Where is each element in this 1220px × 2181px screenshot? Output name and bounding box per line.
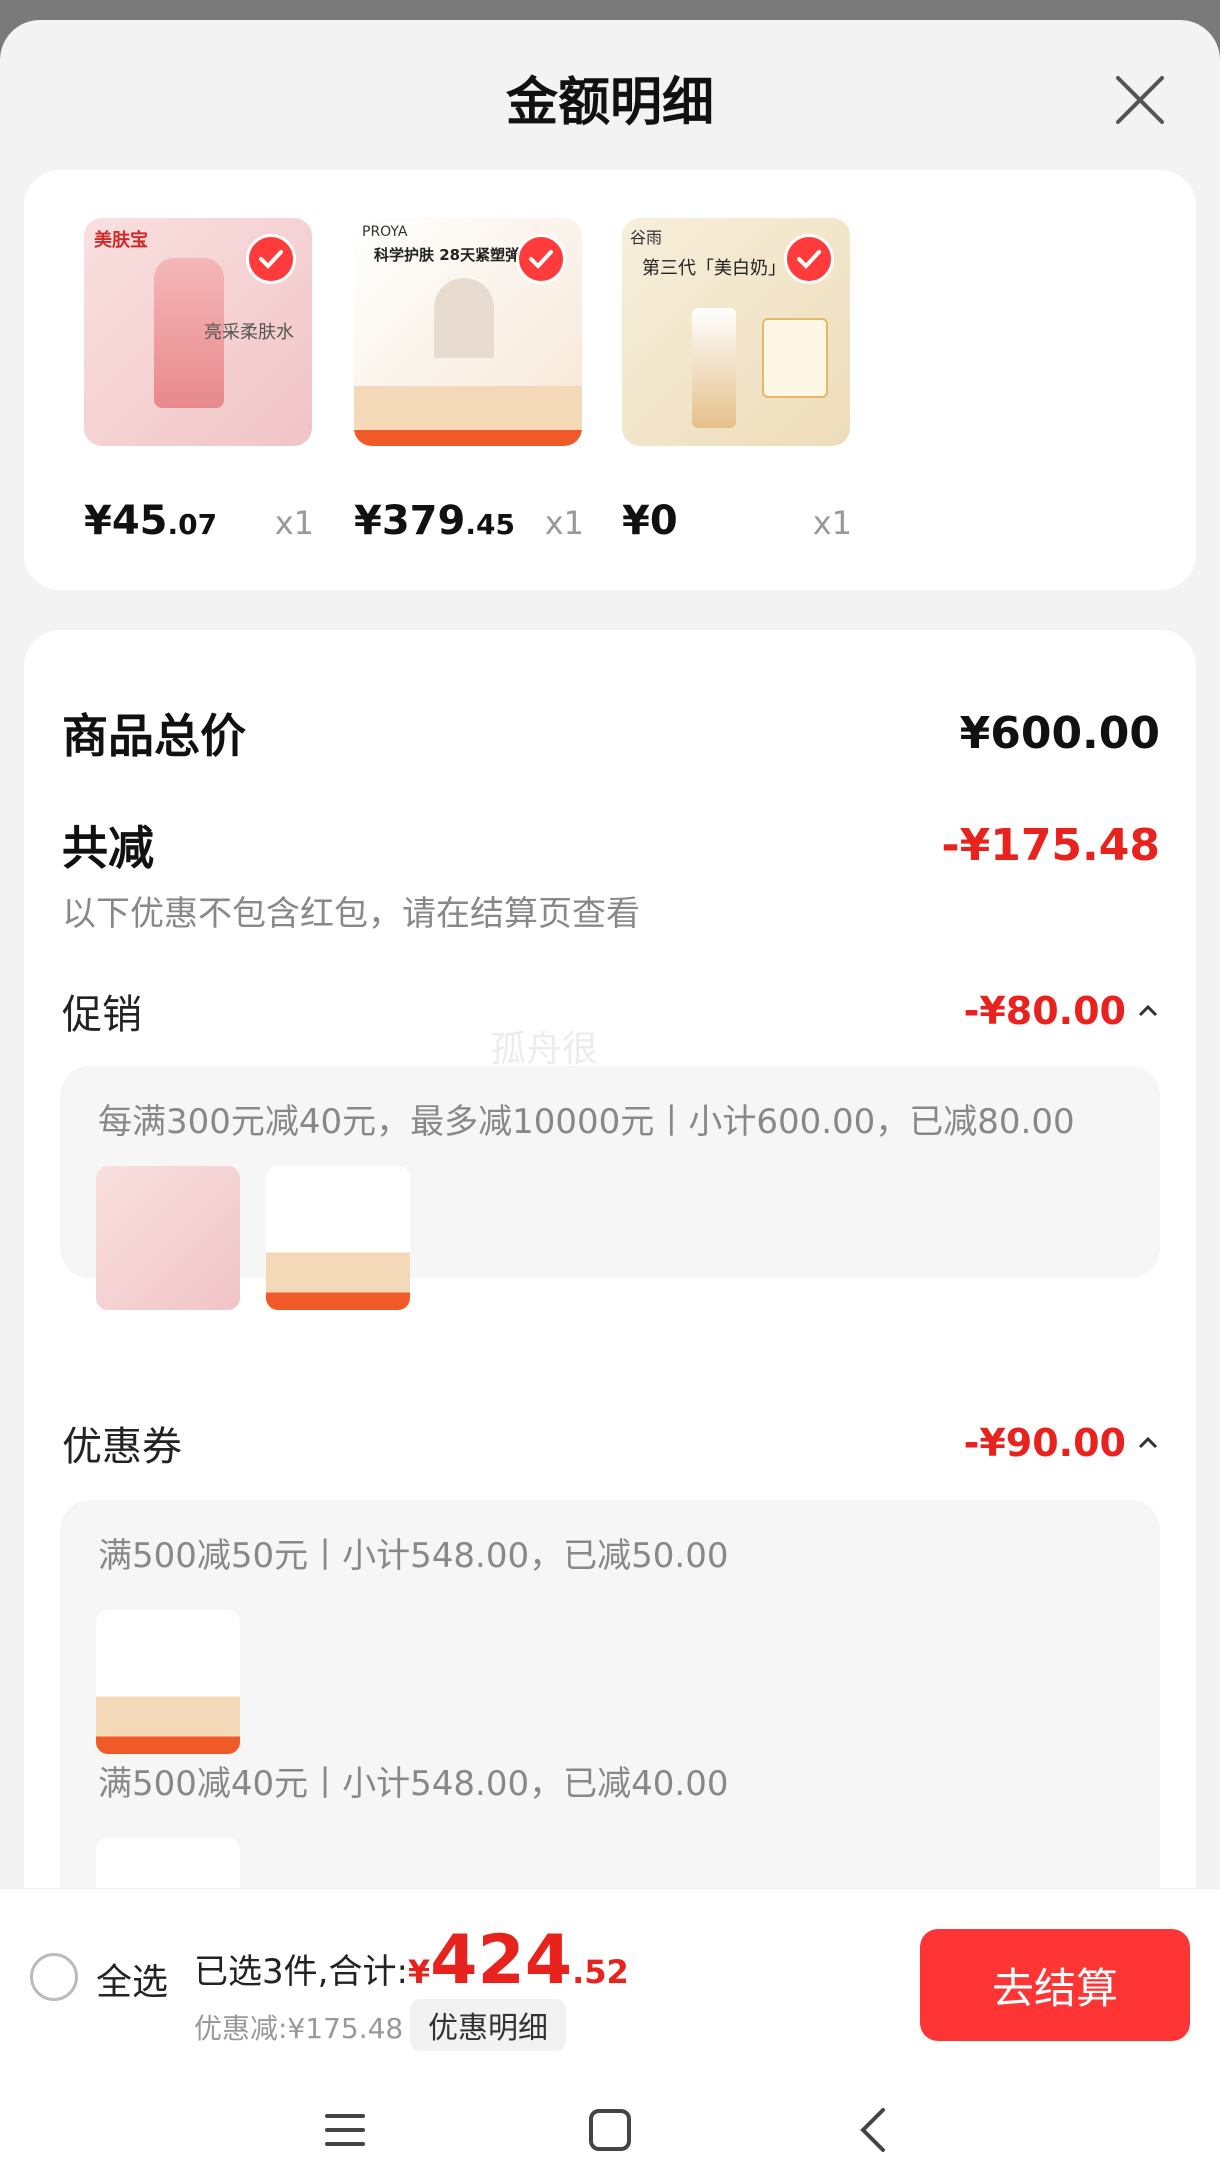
breakdown-card: 商品总价 ¥600.00 共减 -¥175.48 以下优惠不包含红包，请在结算页… bbox=[24, 630, 1196, 2030]
product-qty: x1 bbox=[812, 504, 852, 542]
product-tagline: 亮采柔肤水 bbox=[204, 322, 294, 343]
promo-rule: 每满300元减40元，最多减10000元丨小计600.00，已减80.00 bbox=[98, 1102, 1075, 1142]
product-card: 美肤宝 亮采柔肤水 PROYA 科学护肤 28天紧塑弹 谷雨 第三代「美白奶」 … bbox=[24, 170, 1196, 590]
product-price-row: ¥379.45 x1 bbox=[354, 498, 584, 544]
promo-value-group: -¥80.00 bbox=[964, 989, 1160, 1033]
promo-product-thumb-1[interactable] bbox=[96, 1166, 240, 1310]
checked-icon[interactable] bbox=[516, 234, 566, 284]
product-brand: 美肤宝 bbox=[94, 230, 148, 251]
product-brand: 谷雨 bbox=[630, 228, 663, 247]
coupon-rule-2: 满500减40元丨小计548.00，已减40.00 bbox=[98, 1764, 729, 1804]
product-price: ¥0 bbox=[622, 498, 678, 544]
checkout-bar: 全选 已选3件,合计: ¥ 424 .52 优惠减:¥175.48 优惠明细 去… bbox=[0, 1888, 1220, 2060]
sheet-title: 金额明细 bbox=[505, 73, 714, 133]
product-qty: x1 bbox=[544, 504, 584, 542]
product-price: ¥45.07 bbox=[84, 498, 218, 544]
close-icon[interactable] bbox=[1110, 70, 1170, 130]
product-image: 谷雨 第三代「美白奶」 bbox=[622, 218, 850, 446]
chevron-up-icon[interactable] bbox=[1136, 1431, 1160, 1455]
coupon-rule-1: 满500减50元丨小计548.00，已减50.00 bbox=[98, 1536, 729, 1576]
total-row: 商品总价 ¥600.00 bbox=[62, 700, 1160, 766]
product-image: PROYA 科学护肤 28天紧塑弹 bbox=[354, 218, 582, 446]
discount-note: 以下优惠不包含红包，请在结算页查看 bbox=[62, 894, 640, 934]
select-all-radio[interactable] bbox=[30, 1953, 78, 2001]
coupon-row[interactable]: 优惠券 -¥90.00 bbox=[62, 1414, 1160, 1472]
menu-icon[interactable] bbox=[315, 2100, 375, 2160]
discount-summary: 优惠减:¥175.48 bbox=[194, 2012, 404, 2045]
total-integer: 424 bbox=[430, 1921, 573, 2000]
product-qty: x1 bbox=[274, 504, 314, 542]
promo-value: -¥80.00 bbox=[963, 989, 1126, 1033]
product-item-3[interactable]: 谷雨 第三代「美白奶」 bbox=[622, 218, 850, 446]
promo-box: 每满300元减40元，最多减10000元丨小计600.00，已减80.00 bbox=[60, 1066, 1160, 1310]
home-icon[interactable] bbox=[580, 2100, 640, 2160]
total-decimal: .52 bbox=[572, 1953, 629, 1991]
coupon-product-thumb-1[interactable] bbox=[96, 1610, 240, 1754]
system-nav-bar bbox=[0, 2060, 1220, 2181]
discount-label: 共减 bbox=[62, 821, 154, 875]
discount-detail-button[interactable]: 优惠明细 bbox=[410, 1999, 566, 2051]
product-image: 美肤宝 亮采柔肤水 bbox=[84, 218, 312, 446]
back-icon[interactable] bbox=[845, 2100, 905, 2160]
coupon-value: -¥90.00 bbox=[963, 1421, 1126, 1465]
checked-icon[interactable] bbox=[784, 234, 834, 284]
total-value: ¥600.00 bbox=[959, 707, 1160, 759]
discount-row: 共减 -¥175.48 bbox=[62, 812, 1160, 878]
product-tagline: 第三代「美白奶」 bbox=[642, 258, 786, 279]
product-tagline: 科学护肤 28天紧塑弹 bbox=[374, 246, 521, 264]
product-item-2[interactable]: PROYA 科学护肤 28天紧塑弹 bbox=[354, 218, 582, 446]
selected-text: 已选3件,合计: bbox=[194, 1952, 408, 1992]
product-price-row: ¥0 x1 bbox=[622, 498, 852, 544]
product-item-1[interactable]: 美肤宝 亮采柔肤水 bbox=[84, 218, 312, 446]
checked-icon[interactable] bbox=[246, 234, 296, 284]
watermark: 孤舟很 bbox=[490, 1029, 599, 1070]
product-brand: PROYA bbox=[362, 224, 408, 240]
checkout-button[interactable]: 去结算 bbox=[920, 1929, 1190, 2041]
select-all-label[interactable]: 全选 bbox=[96, 1953, 168, 2005]
coupon-value-group: -¥90.00 bbox=[964, 1421, 1160, 1465]
discount-value: -¥175.48 bbox=[941, 819, 1160, 871]
promo-product-thumb-2[interactable] bbox=[266, 1166, 410, 1310]
promo-row[interactable]: 促销 -¥80.00 bbox=[62, 982, 1160, 1040]
total-currency: ¥ bbox=[407, 1953, 431, 1991]
promo-label: 促销 bbox=[62, 992, 142, 1038]
product-price: ¥379.45 bbox=[354, 498, 515, 544]
coupon-label: 优惠券 bbox=[62, 1424, 182, 1470]
total-summary: 已选3件,合计: ¥ 424 .52 bbox=[194, 1927, 629, 1995]
chevron-up-icon[interactable] bbox=[1136, 999, 1160, 1023]
total-label: 商品总价 bbox=[62, 709, 246, 763]
product-price-row: ¥45.07 x1 bbox=[84, 498, 314, 544]
amount-detail-sheet: 金额明细 美肤宝 亮采柔肤水 PROYA 科学护肤 28天紧塑弹 谷雨 第三代「… bbox=[0, 20, 1220, 2181]
